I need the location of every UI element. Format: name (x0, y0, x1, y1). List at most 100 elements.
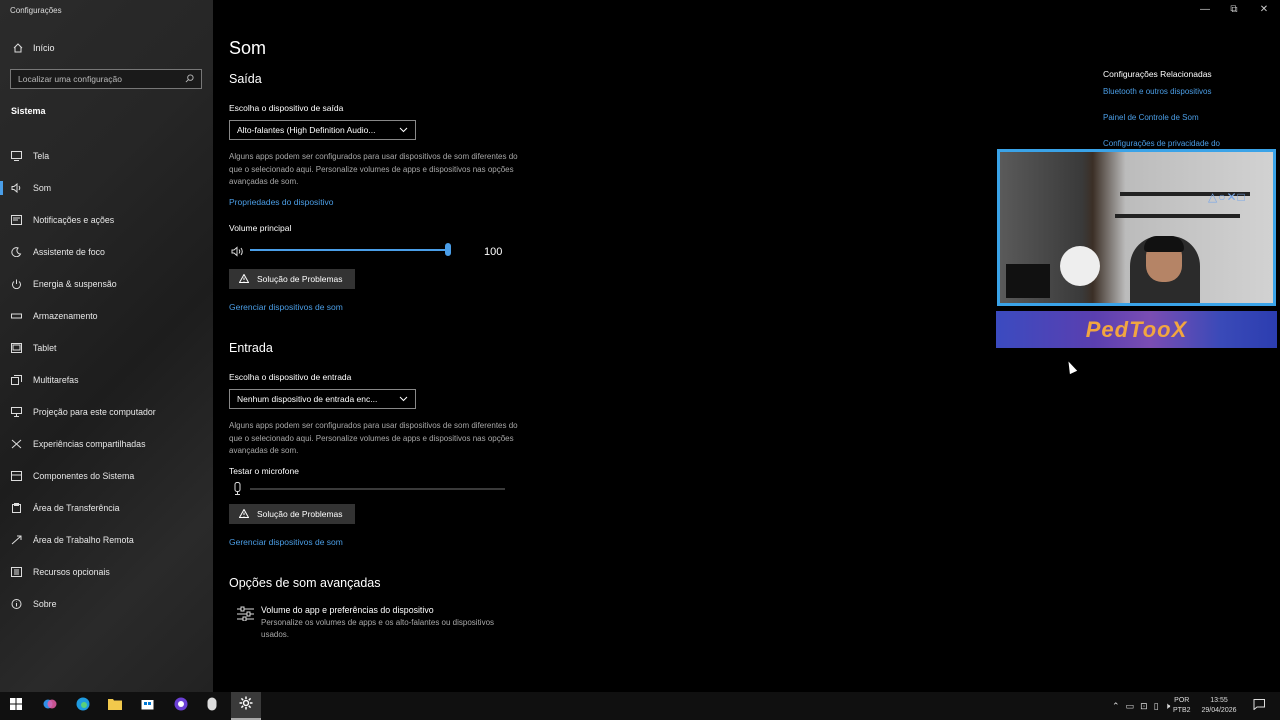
page-title: Som (229, 38, 267, 58)
search-placeholder: Localizar uma configuração (18, 74, 122, 84)
display-icon (11, 151, 22, 162)
clock-date: 29/04/2026 (1201, 707, 1237, 714)
store-icon (141, 697, 154, 715)
sidebar-item-label: Armazenamento (33, 311, 98, 321)
moon-icon (11, 247, 22, 258)
taskbar-obs[interactable] (166, 692, 196, 720)
output-heading: Saída (229, 72, 262, 86)
notification-center-button[interactable] (1244, 692, 1274, 720)
sidebar-item-tela[interactable]: Tela (0, 140, 213, 172)
minimize-button[interactable]: — (1198, 4, 1212, 15)
chevron-up-icon[interactable]: ⌃ (1112, 701, 1120, 712)
bluetooth-link[interactable]: Bluetooth e outros dispositivos (1103, 87, 1212, 96)
sidebar-nav: Tela Som Notificações e ações Assistente… (0, 140, 213, 620)
sidebar-item-som[interactable]: Som (0, 172, 213, 204)
network-icon[interactable]: ⊡ (1140, 701, 1148, 712)
taskbar: ⌃ ▭ ⊡ ▯ 🕨 POR PTB2 13:55 29/04/2026 (0, 692, 1280, 720)
sidebar-item-label: Projeção para este computador (33, 407, 156, 417)
output-device-dropdown[interactable]: Alto-falantes (High Definition Audio... (229, 120, 416, 140)
features-icon (11, 567, 22, 578)
taskbar-mouse-app[interactable] (197, 692, 227, 720)
multitask-icon (11, 375, 22, 386)
volume-speaker-icon[interactable] (231, 244, 244, 262)
sidebar-item-armazenamento[interactable]: Armazenamento (0, 300, 213, 332)
notification-icon (11, 215, 22, 226)
sidebar-item-foco[interactable]: Assistente de foco (0, 236, 213, 268)
sidebar-item-label: Som (33, 183, 52, 193)
chevron-down-icon (399, 125, 408, 135)
related-title: Configurações Relacionadas (1103, 69, 1212, 79)
sidebar-item-tablet[interactable]: Tablet (0, 332, 213, 364)
sidebar-item-energia[interactable]: Energia & suspensão (0, 268, 213, 300)
sidebar-item-projecao[interactable]: Projeção para este computador (0, 396, 213, 428)
taskbar-copilot[interactable] (35, 692, 65, 720)
sidebar-item-experiencias[interactable]: Experiências compartilhadas (0, 428, 213, 460)
output-description: Alguns apps podem ser configurados para … (229, 152, 518, 186)
sidebar-item-remota[interactable]: Área de Trabalho Remota (0, 524, 213, 556)
input-device-dropdown[interactable]: Nenhum dispositivo de entrada enc... (229, 389, 416, 409)
battery-icon[interactable]: ▯ (1154, 701, 1159, 712)
gear-icon (239, 696, 253, 715)
app-volume-desc: Personalize os volumes de apps e os alto… (261, 618, 495, 639)
sidebar-item-notificacoes[interactable]: Notificações e ações (0, 204, 213, 236)
input-troubleshoot-button[interactable]: Solução de Problemas (229, 504, 355, 524)
clock-time: 13:55 (1210, 697, 1228, 704)
tablet-icon (11, 343, 22, 354)
sidebar-item-componentes[interactable]: Componentes do Sistema (0, 460, 213, 492)
playstation-logo: △○✕□ (1208, 190, 1246, 204)
sidebar-item-label: Energia & suspensão (33, 279, 117, 289)
sidebar-item-transferencia[interactable]: Área de Transferência (0, 492, 213, 524)
clock[interactable]: 13:55 29/04/2026 (1198, 696, 1240, 716)
input-device-value: Nenhum dispositivo de entrada enc... (237, 394, 378, 404)
warning-icon (238, 272, 250, 285)
webcam-overlay: △○✕□ (997, 149, 1276, 306)
share-icon (11, 439, 22, 450)
projection-icon (11, 407, 22, 418)
mic-level-meter (250, 488, 505, 490)
close-button[interactable]: ✕ (1257, 4, 1271, 15)
taskbar-explorer[interactable] (100, 692, 130, 720)
sidebar-item-multitarefas[interactable]: Multitarefas (0, 364, 213, 396)
banner-text: PedTooX (1085, 316, 1188, 342)
taskbar-settings[interactable] (231, 692, 261, 720)
onedrive-icon[interactable]: ▭ (1126, 701, 1135, 712)
sidebar: Configurações Início Localizar uma confi… (0, 0, 213, 692)
mouse-icon (207, 697, 217, 716)
taskbar-store[interactable] (132, 692, 162, 720)
sidebar-item-label: Recursos opcionais (33, 567, 110, 577)
device-properties-link[interactable]: Propriedades do dispositivo (229, 197, 333, 207)
output-troubleshoot-button[interactable]: Solução de Problemas (229, 269, 355, 289)
search-input[interactable]: Localizar uma configuração (10, 69, 202, 89)
sound-control-panel-link[interactable]: Painel de Controle de Som (1103, 113, 1199, 122)
microphone-icon (233, 482, 242, 500)
keyboard-layout: PTB2 (1173, 707, 1191, 714)
restore-button[interactable]: ⧉ (1227, 4, 1241, 15)
volume-slider-thumb[interactable] (445, 243, 451, 256)
language-indicator[interactable]: POR PTB2 (1173, 696, 1191, 716)
sidebar-item-recursos[interactable]: Recursos opcionais (0, 556, 213, 588)
advanced-heading: Opções de som avançadas (229, 576, 381, 590)
app-volume-option[interactable]: Volume do app e preferências do disposit… (229, 604, 529, 642)
volume-icon[interactable]: 🕨 (1165, 701, 1171, 712)
manage-input-devices-link[interactable]: Gerenciar dispositivos de som (229, 537, 343, 547)
home-icon (12, 42, 23, 53)
manage-output-devices-link[interactable]: Gerenciar dispositivos de som (229, 302, 343, 312)
storage-icon (11, 311, 22, 322)
sidebar-item-label: Área de Transferência (33, 503, 120, 513)
input-device-label: Escolha o dispositivo de entrada (229, 372, 352, 382)
monitor (1006, 264, 1050, 298)
privacy-settings-link[interactable]: Configurações de privacidade do (1103, 139, 1220, 148)
clipboard-icon (11, 503, 22, 514)
speaker-icon (11, 183, 22, 194)
language-code: POR (1174, 697, 1190, 704)
home-link[interactable]: Início (12, 42, 55, 53)
start-button[interactable] (1, 692, 31, 720)
volume-slider-fill[interactable] (250, 249, 449, 251)
volume-value: 100 (484, 246, 503, 258)
output-device-value: Alto-falantes (High Definition Audio... (237, 125, 376, 135)
taskbar-edge[interactable] (68, 692, 98, 720)
folder-icon (108, 697, 122, 715)
test-mic-label: Testar o microfone (229, 466, 299, 476)
sidebar-item-label: Tela (33, 151, 50, 161)
sidebar-item-sobre[interactable]: Sobre (0, 588, 213, 620)
